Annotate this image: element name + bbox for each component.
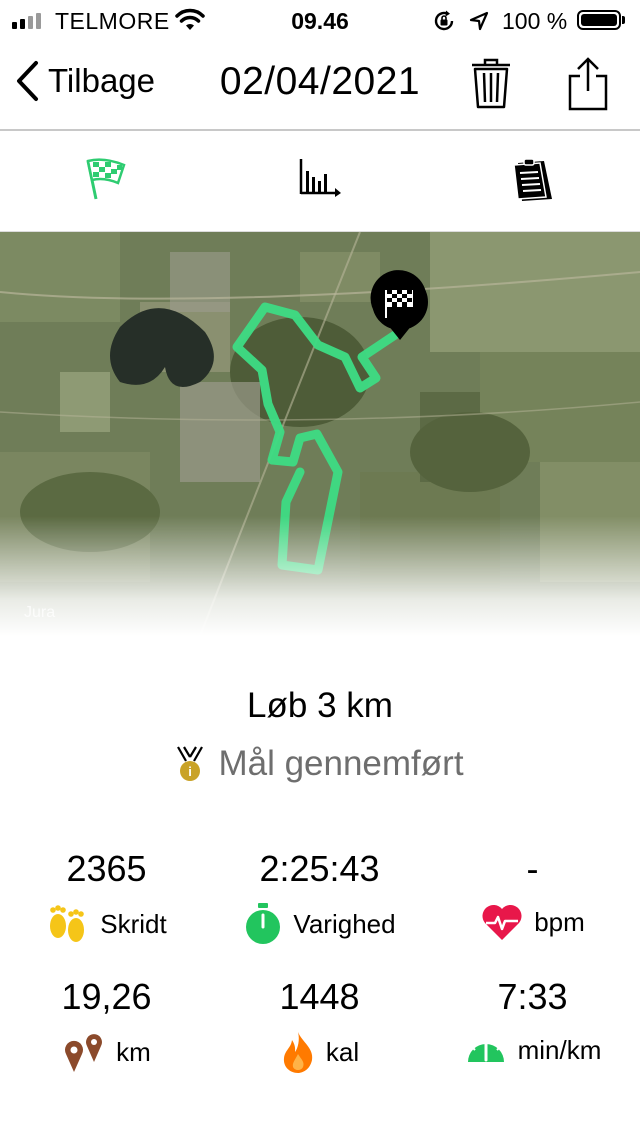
share-button[interactable]: [566, 56, 610, 117]
stat-pace: 7:33 min/km: [426, 976, 639, 1070]
stat-value: 2:25:43: [259, 848, 380, 889]
goal-status-label: Mål gennemført: [218, 744, 464, 783]
stat-duration: 2:25:43 Varighed: [213, 848, 426, 946]
stat-label: km: [116, 1036, 151, 1067]
stat-value: 1448: [279, 976, 360, 1017]
stat-value: 19,26: [61, 976, 152, 1017]
stat-calories: 1448 kal: [213, 976, 426, 1074]
stat-label: bpm: [534, 906, 585, 937]
stat-label: kal: [325, 1036, 360, 1067]
stat-value: 2365: [66, 848, 147, 889]
activity-title: Løb 3 km: [247, 686, 393, 725]
stat-steps: 2365 Skridt: [0, 848, 213, 946]
notepad-icon: [513, 158, 552, 201]
page-title: 02/04/2021: [219, 60, 421, 103]
map-pins-icon: [65, 1034, 103, 1072]
speedometer-icon: [467, 1037, 504, 1062]
battery-percent: 100 %: [502, 8, 568, 34]
share-icon: [568, 57, 608, 111]
stat-value: -: [526, 848, 539, 889]
delete-button[interactable]: [470, 58, 512, 115]
svg-text:i: i: [189, 764, 193, 779]
stat-value: 7:33: [497, 976, 568, 1017]
orientation-lock-icon: [432, 9, 456, 38]
checkered-flag-icon: [86, 158, 126, 200]
tab-bar: [0, 131, 640, 232]
stat-distance: 19,26 km: [0, 976, 213, 1074]
bar-chart-icon: [299, 159, 341, 197]
heart-icon: [482, 904, 522, 940]
location-arrow-icon: [468, 10, 490, 37]
medal-icon: i: [177, 746, 204, 781]
footprints-icon: [50, 905, 85, 942]
map-attribution: Jura: [24, 604, 56, 621]
tab-route[interactable]: [84, 157, 128, 206]
battery-icon: [577, 10, 621, 30]
tab-notes[interactable]: [510, 157, 556, 208]
tab-statistics[interactable]: [298, 157, 342, 202]
trash-icon: [472, 58, 510, 109]
stat-heart-rate: - bpm: [426, 848, 639, 942]
route-map[interactable]: Jura: [0, 232, 640, 636]
navigation-bar: Tilbage 02/04/2021: [0, 40, 640, 131]
stopwatch-icon: [246, 903, 281, 944]
stat-label: Skridt: [100, 908, 167, 939]
stat-label: min/km: [517, 1034, 602, 1065]
goal-status: i Mål gennemført: [0, 744, 640, 784]
status-bar: TELMORE 09.46 100 %: [0, 0, 640, 40]
flame-icon: [283, 1032, 313, 1073]
stat-label: Varighed: [293, 908, 396, 939]
